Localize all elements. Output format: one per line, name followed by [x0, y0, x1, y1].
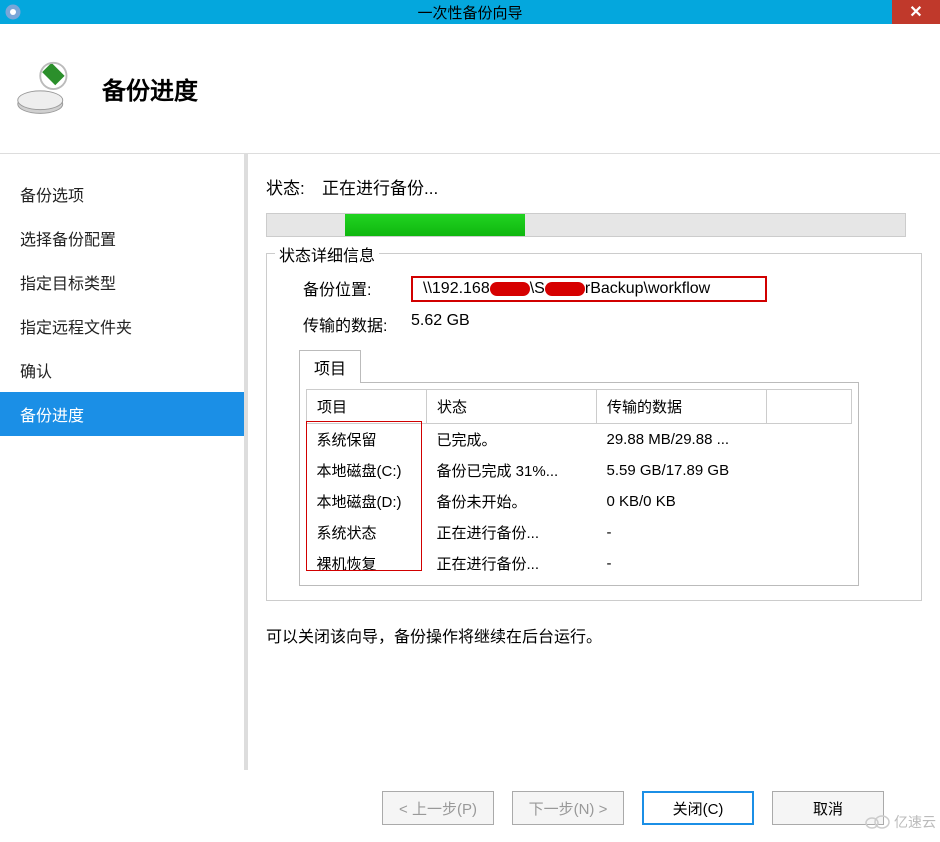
cell-data: 5.59 GB/17.89 GB	[597, 455, 767, 486]
cell-item: 裸机恢复	[307, 548, 427, 579]
page-title: 备份进度	[102, 71, 198, 106]
col-blank	[767, 390, 852, 424]
backup-disc-icon	[14, 59, 74, 119]
cell-data: -	[597, 517, 767, 548]
redacted-text	[545, 282, 585, 296]
tabs: 项目	[299, 350, 907, 383]
close-wizard-button[interactable]: 关闭(C)	[642, 791, 754, 825]
transferred-row: 传输的数据: 5.62 GB	[303, 312, 907, 336]
cell-data: -	[597, 548, 767, 579]
table-row[interactable]: 系统保留已完成。29.88 MB/29.88 ...	[307, 424, 852, 456]
progress-fill	[345, 214, 525, 236]
tab-items[interactable]: 项目	[299, 350, 361, 383]
cell-status: 备份已完成 31%...	[427, 455, 597, 486]
footer: < 上一步(P) 下一步(N) > 关闭(C) 取消	[0, 774, 940, 842]
sidebar-item-options[interactable]: 备份选项	[0, 172, 244, 216]
transferred-label: 传输的数据:	[303, 312, 411, 336]
content-area: 状态: 正在进行备份... 状态详细信息 备份位置: \\192.168\SrB…	[244, 154, 940, 770]
status-label: 状态:	[266, 174, 322, 199]
backup-location-label: 备份位置:	[303, 276, 411, 302]
status-value: 正在进行备份...	[322, 174, 438, 199]
cell-item: 本地磁盘(D:)	[307, 486, 427, 517]
sidebar-item-config[interactable]: 选择备份配置	[0, 216, 244, 260]
sidebar-item-target-type[interactable]: 指定目标类型	[0, 260, 244, 304]
table-row[interactable]: 裸机恢复正在进行备份...-	[307, 548, 852, 579]
sidebar-item-remote-folder[interactable]: 指定远程文件夹	[0, 304, 244, 348]
items-table: 项目 状态 传输的数据 系统保留已完成。29.88 MB/29.88 ...本地…	[306, 389, 852, 579]
cell-data: 0 KB/0 KB	[597, 486, 767, 517]
cell-status: 正在进行备份...	[427, 548, 597, 579]
next-button: 下一步(N) >	[512, 791, 624, 825]
col-status[interactable]: 状态	[427, 390, 597, 424]
transferred-value: 5.62 GB	[411, 312, 470, 336]
window-title: 一次性备份向导	[417, 2, 522, 23]
details-group: 状态详细信息 备份位置: \\192.168\SrBackup\workflow…	[266, 253, 922, 601]
cell-status: 备份未开始。	[427, 486, 597, 517]
cell-item: 本地磁盘(C:)	[307, 455, 427, 486]
sidebar: 备份选项 选择备份配置 指定目标类型 指定远程文件夹 确认 备份进度	[0, 154, 244, 770]
close-button[interactable]: ✕	[892, 0, 940, 24]
details-group-title: 状态详细信息	[275, 242, 379, 266]
table-row[interactable]: 本地磁盘(D:)备份未开始。0 KB/0 KB	[307, 486, 852, 517]
status-row: 状态: 正在进行备份...	[266, 174, 922, 199]
watermark: 亿速云	[864, 812, 936, 832]
cell-data: 29.88 MB/29.88 ...	[597, 424, 767, 456]
cell-status: 已完成。	[427, 424, 597, 456]
backup-location-value: \\192.168\SrBackup\workflow	[411, 276, 767, 302]
table-header-row: 项目 状态 传输的数据	[307, 390, 852, 424]
redacted-text	[490, 282, 530, 296]
sidebar-item-progress[interactable]: 备份进度	[0, 392, 244, 436]
titlebar: 一次性备份向导 ✕	[0, 0, 940, 24]
wizard-window: 一次性备份向导 ✕ 备份进度 备份选项 选择备份配置 指定目标类型 指定远程文件…	[0, 0, 940, 842]
cell-item: 系统状态	[307, 517, 427, 548]
col-data[interactable]: 传输的数据	[597, 390, 767, 424]
app-icon	[4, 3, 22, 21]
backup-location-row: 备份位置: \\192.168\SrBackup\workflow	[303, 276, 907, 302]
sidebar-item-confirm[interactable]: 确认	[0, 348, 244, 392]
wizard-header: 备份进度	[0, 24, 940, 154]
table-row[interactable]: 系统状态正在进行备份...-	[307, 517, 852, 548]
hint-text: 可以关闭该向导，备份操作将继续在后台运行。	[266, 623, 922, 647]
prev-button: < 上一步(P)	[382, 791, 494, 825]
close-icon: ✕	[909, 2, 922, 22]
cell-item: 系统保留	[307, 424, 427, 456]
col-item[interactable]: 项目	[307, 390, 427, 424]
wizard-body: 备份选项 选择备份配置 指定目标类型 指定远程文件夹 确认 备份进度 状态: 正…	[0, 154, 940, 770]
cloud-icon	[864, 813, 890, 832]
progress-bar	[266, 213, 906, 237]
table-row[interactable]: 本地磁盘(C:)备份已完成 31%...5.59 GB/17.89 GB	[307, 455, 852, 486]
items-table-wrap: 项目 状态 传输的数据 系统保留已完成。29.88 MB/29.88 ...本地…	[299, 382, 859, 586]
cell-status: 正在进行备份...	[427, 517, 597, 548]
